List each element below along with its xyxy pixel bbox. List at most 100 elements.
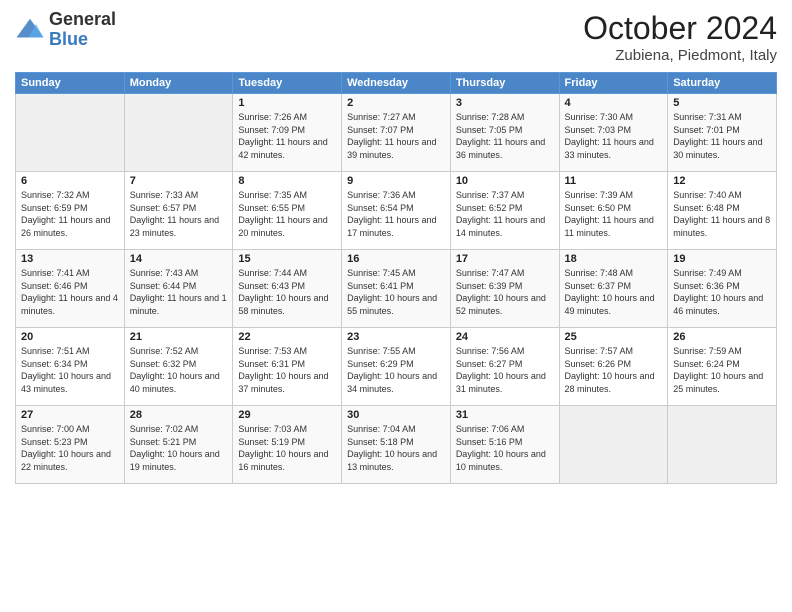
cell-week1-day3: 1 Sunrise: 7:26 AM Sunset: 7:09 PM Daylig…	[233, 94, 342, 172]
day-info: Sunrise: 7:30 AM Sunset: 7:03 PM Dayligh…	[565, 111, 663, 161]
cell-week4-day4: 23 Sunrise: 7:55 AM Sunset: 6:29 PM Dayli…	[342, 328, 451, 406]
logo-icon	[15, 15, 45, 45]
cell-week2-day7: 12Sunrise: 7:40 AM Sunset: 6:48 PM Dayli…	[668, 172, 777, 250]
cell-week2-day1: 6Sunrise: 7:32 AM Sunset: 6:59 PM Daylig…	[16, 172, 125, 250]
cell-week4-day6: 25 Sunrise: 7:57 AM Sunset: 6:26 PM Dayli…	[559, 328, 668, 406]
cell-week4-day7: 26 Sunrise: 7:59 AM Sunset: 6:24 PM Dayli…	[668, 328, 777, 406]
day-number: 1	[238, 97, 336, 109]
day-number: 8	[238, 175, 336, 187]
day-info: Sunrise: 7:00 AM Sunset: 5:23 PM Dayligh…	[21, 423, 119, 473]
day-number: 22	[238, 331, 336, 343]
day-info: Sunrise: 7:45 AM Sunset: 6:41 PM Dayligh…	[347, 267, 445, 317]
day-info: Sunrise: 7:28 AM Sunset: 7:05 PM Dayligh…	[456, 111, 554, 161]
day-number: 4	[565, 97, 663, 109]
day-info: Sunrise: 7:31 AM Sunset: 7:01 PM Dayligh…	[673, 111, 771, 161]
day-number: 23	[347, 331, 445, 343]
day-info: Sunrise: 7:39 AM Sunset: 6:50 PM Dayligh…	[565, 189, 663, 239]
day-number: 24	[456, 331, 554, 343]
day-number: 21	[130, 331, 228, 343]
cell-week3-day4: 16Sunrise: 7:45 AM Sunset: 6:41 PM Dayli…	[342, 250, 451, 328]
day-number: 14	[130, 253, 228, 265]
day-number: 28	[130, 409, 228, 421]
header-saturday: Saturday	[668, 73, 777, 94]
logo: General Blue	[15, 10, 116, 50]
day-info: Sunrise: 7:47 AM Sunset: 6:39 PM Dayligh…	[456, 267, 554, 317]
day-info: Sunrise: 7:59 AM Sunset: 6:24 PM Dayligh…	[673, 345, 771, 395]
day-number: 31	[456, 409, 554, 421]
cell-week5-day6	[559, 406, 668, 484]
day-number: 25	[565, 331, 663, 343]
day-number: 3	[456, 97, 554, 109]
header-wednesday: Wednesday	[342, 73, 451, 94]
cell-week4-day1: 20 Sunrise: 7:51 AM Sunset: 6:34 PM Dayli…	[16, 328, 125, 406]
day-number: 18	[565, 253, 663, 265]
cell-week4-day3: 22Sunrise: 7:53 AM Sunset: 6:31 PM Dayli…	[233, 328, 342, 406]
cell-week5-day3: 29Sunrise: 7:03 AM Sunset: 5:19 PM Dayli…	[233, 406, 342, 484]
day-number: 15	[238, 253, 336, 265]
day-info: Sunrise: 7:36 AM Sunset: 6:54 PM Dayligh…	[347, 189, 445, 239]
day-info: Sunrise: 7:43 AM Sunset: 6:44 PM Dayligh…	[130, 267, 228, 317]
day-info: Sunrise: 7:49 AM Sunset: 6:36 PM Dayligh…	[673, 267, 771, 317]
day-number: 5	[673, 97, 771, 109]
header: General Blue October 2024 Zubiena, Piedm…	[15, 10, 777, 64]
cell-week1-day6: 4 Sunrise: 7:30 AM Sunset: 7:03 PM Daylig…	[559, 94, 668, 172]
cell-week1-day7: 5 Sunrise: 7:31 AM Sunset: 7:01 PM Daylig…	[668, 94, 777, 172]
day-info: Sunrise: 7:55 AM Sunset: 6:29 PM Dayligh…	[347, 345, 445, 395]
logo-blue: Blue	[49, 29, 88, 49]
day-number: 20	[21, 331, 119, 343]
location: Zubiena, Piedmont, Italy	[583, 47, 777, 64]
page: General Blue October 2024 Zubiena, Piedm…	[0, 0, 792, 612]
calendar-table: Sunday Monday Tuesday Wednesday Thursday…	[15, 72, 777, 484]
cell-week1-day5: 3 Sunrise: 7:28 AM Sunset: 7:05 PM Daylig…	[450, 94, 559, 172]
calendar-body: 1 Sunrise: 7:26 AM Sunset: 7:09 PM Daylig…	[16, 94, 777, 484]
cell-week1-day2	[124, 94, 233, 172]
week-row-1: 1 Sunrise: 7:26 AM Sunset: 7:09 PM Daylig…	[16, 94, 777, 172]
day-number: 26	[673, 331, 771, 343]
cell-week3-day3: 15 Sunrise: 7:44 AM Sunset: 6:43 PM Dayli…	[233, 250, 342, 328]
day-info: Sunrise: 7:44 AM Sunset: 6:43 PM Dayligh…	[238, 267, 336, 317]
cell-week5-day4: 30Sunrise: 7:04 AM Sunset: 5:18 PM Dayli…	[342, 406, 451, 484]
day-info: Sunrise: 7:51 AM Sunset: 6:34 PM Dayligh…	[21, 345, 119, 395]
day-info: Sunrise: 7:33 AM Sunset: 6:57 PM Dayligh…	[130, 189, 228, 239]
day-header-row: Sunday Monday Tuesday Wednesday Thursday…	[16, 73, 777, 94]
day-info: Sunrise: 7:04 AM Sunset: 5:18 PM Dayligh…	[347, 423, 445, 473]
logo-text: General Blue	[49, 10, 116, 50]
day-number: 7	[130, 175, 228, 187]
cell-week5-day7	[668, 406, 777, 484]
day-info: Sunrise: 7:27 AM Sunset: 7:07 PM Dayligh…	[347, 111, 445, 161]
header-friday: Friday	[559, 73, 668, 94]
week-row-3: 13 Sunrise: 7:41 AM Sunset: 6:46 PM Dayli…	[16, 250, 777, 328]
day-number: 27	[21, 409, 119, 421]
day-number: 17	[456, 253, 554, 265]
cell-week2-day6: 11Sunrise: 7:39 AM Sunset: 6:50 PM Dayli…	[559, 172, 668, 250]
day-info: Sunrise: 7:41 AM Sunset: 6:46 PM Dayligh…	[21, 267, 119, 317]
day-number: 12	[673, 175, 771, 187]
cell-week3-day2: 14 Sunrise: 7:43 AM Sunset: 6:44 PM Dayli…	[124, 250, 233, 328]
cell-week3-day5: 17 Sunrise: 7:47 AM Sunset: 6:39 PM Dayli…	[450, 250, 559, 328]
header-monday: Monday	[124, 73, 233, 94]
day-info: Sunrise: 7:26 AM Sunset: 7:09 PM Dayligh…	[238, 111, 336, 161]
day-info: Sunrise: 7:57 AM Sunset: 6:26 PM Dayligh…	[565, 345, 663, 395]
day-number: 19	[673, 253, 771, 265]
cell-week2-day4: 9 Sunrise: 7:36 AM Sunset: 6:54 PM Daylig…	[342, 172, 451, 250]
month-title: October 2024	[583, 10, 777, 47]
cell-week5-day5: 31 Sunrise: 7:06 AM Sunset: 5:16 PM Dayli…	[450, 406, 559, 484]
day-info: Sunrise: 7:35 AM Sunset: 6:55 PM Dayligh…	[238, 189, 336, 239]
week-row-4: 20 Sunrise: 7:51 AM Sunset: 6:34 PM Dayli…	[16, 328, 777, 406]
day-number: 13	[21, 253, 119, 265]
cell-week1-day4: 2Sunrise: 7:27 AM Sunset: 7:07 PM Daylig…	[342, 94, 451, 172]
day-info: Sunrise: 7:06 AM Sunset: 5:16 PM Dayligh…	[456, 423, 554, 473]
day-info: Sunrise: 7:03 AM Sunset: 5:19 PM Dayligh…	[238, 423, 336, 473]
day-number: 6	[21, 175, 119, 187]
day-number: 9	[347, 175, 445, 187]
cell-week4-day5: 24Sunrise: 7:56 AM Sunset: 6:27 PM Dayli…	[450, 328, 559, 406]
day-info: Sunrise: 7:52 AM Sunset: 6:32 PM Dayligh…	[130, 345, 228, 395]
cell-week5-day2: 28 Sunrise: 7:02 AM Sunset: 5:21 PM Dayli…	[124, 406, 233, 484]
cell-week4-day2: 21 Sunrise: 7:52 AM Sunset: 6:32 PM Dayli…	[124, 328, 233, 406]
cell-week2-day2: 7 Sunrise: 7:33 AM Sunset: 6:57 PM Daylig…	[124, 172, 233, 250]
cell-week5-day1: 27 Sunrise: 7:00 AM Sunset: 5:23 PM Dayli…	[16, 406, 125, 484]
header-tuesday: Tuesday	[233, 73, 342, 94]
header-sunday: Sunday	[16, 73, 125, 94]
cell-week3-day7: 19 Sunrise: 7:49 AM Sunset: 6:36 PM Dayli…	[668, 250, 777, 328]
day-info: Sunrise: 7:02 AM Sunset: 5:21 PM Dayligh…	[130, 423, 228, 473]
